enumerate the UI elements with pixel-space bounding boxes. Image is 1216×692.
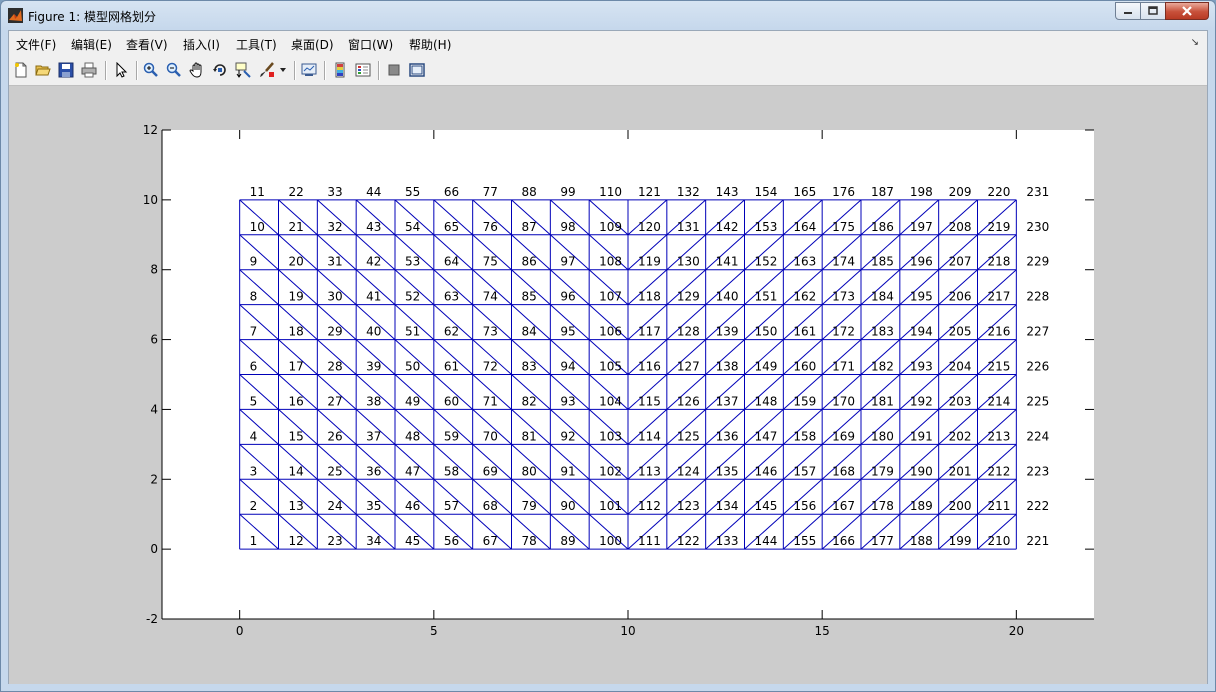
menu-view[interactable]: 查看(V): [126, 36, 168, 53]
new-figure-icon[interactable]: [12, 61, 30, 79]
figure-toolbar: [9, 56, 1207, 86]
close-icon: [1182, 6, 1192, 16]
maximize-icon: [1148, 6, 1158, 15]
close-button[interactable]: [1165, 2, 1209, 20]
insert-colorbar-icon[interactable]: [331, 61, 349, 79]
menu-dock-arrow-icon[interactable]: ↘: [1191, 37, 1199, 48]
minimize-icon: [1124, 12, 1132, 14]
brush-icon[interactable]: [258, 61, 276, 79]
edit-plot-arrow-icon[interactable]: [112, 61, 130, 79]
save-icon[interactable]: [57, 61, 75, 79]
hide-plot-tools-icon[interactable]: [385, 61, 403, 79]
brush-dropdown-icon[interactable]: [278, 61, 288, 79]
data-cursor-icon[interactable]: [234, 61, 252, 79]
menu-window[interactable]: 窗口(W): [348, 36, 393, 53]
maximize-button[interactable]: [1140, 2, 1166, 20]
menu-edit[interactable]: 编辑(E): [71, 36, 112, 53]
zoom-out-icon[interactable]: [165, 61, 183, 79]
link-plot-icon[interactable]: [300, 61, 318, 79]
pan-hand-icon[interactable]: [188, 61, 206, 79]
print-icon[interactable]: [80, 61, 98, 79]
plot-axes-background[interactable]: [162, 130, 1094, 619]
open-file-icon[interactable]: [34, 61, 52, 79]
menu-tools[interactable]: 工具(T): [236, 36, 277, 53]
title-bar[interactable]: Figure 1: 模型网格划分: [1, 1, 1215, 29]
insert-legend-icon[interactable]: [354, 61, 372, 79]
menu-insert[interactable]: 插入(I): [183, 36, 220, 53]
menu-bar: 文件(F) 编辑(E) 查看(V) 插入(I) 工具(T) 桌面(D) 窗口(W…: [9, 31, 1207, 57]
menu-help[interactable]: 帮助(H): [409, 36, 451, 53]
matlab-logo-icon: [8, 8, 23, 23]
window-title: Figure 1: 模型网格划分: [28, 10, 156, 24]
menu-file[interactable]: 文件(F): [16, 36, 56, 53]
minimize-button[interactable]: [1115, 2, 1141, 20]
show-plot-tools-icon[interactable]: [408, 61, 426, 79]
menu-desktop[interactable]: 桌面(D): [291, 36, 334, 53]
zoom-in-icon[interactable]: [142, 61, 160, 79]
rotate-3d-icon[interactable]: [211, 61, 229, 79]
